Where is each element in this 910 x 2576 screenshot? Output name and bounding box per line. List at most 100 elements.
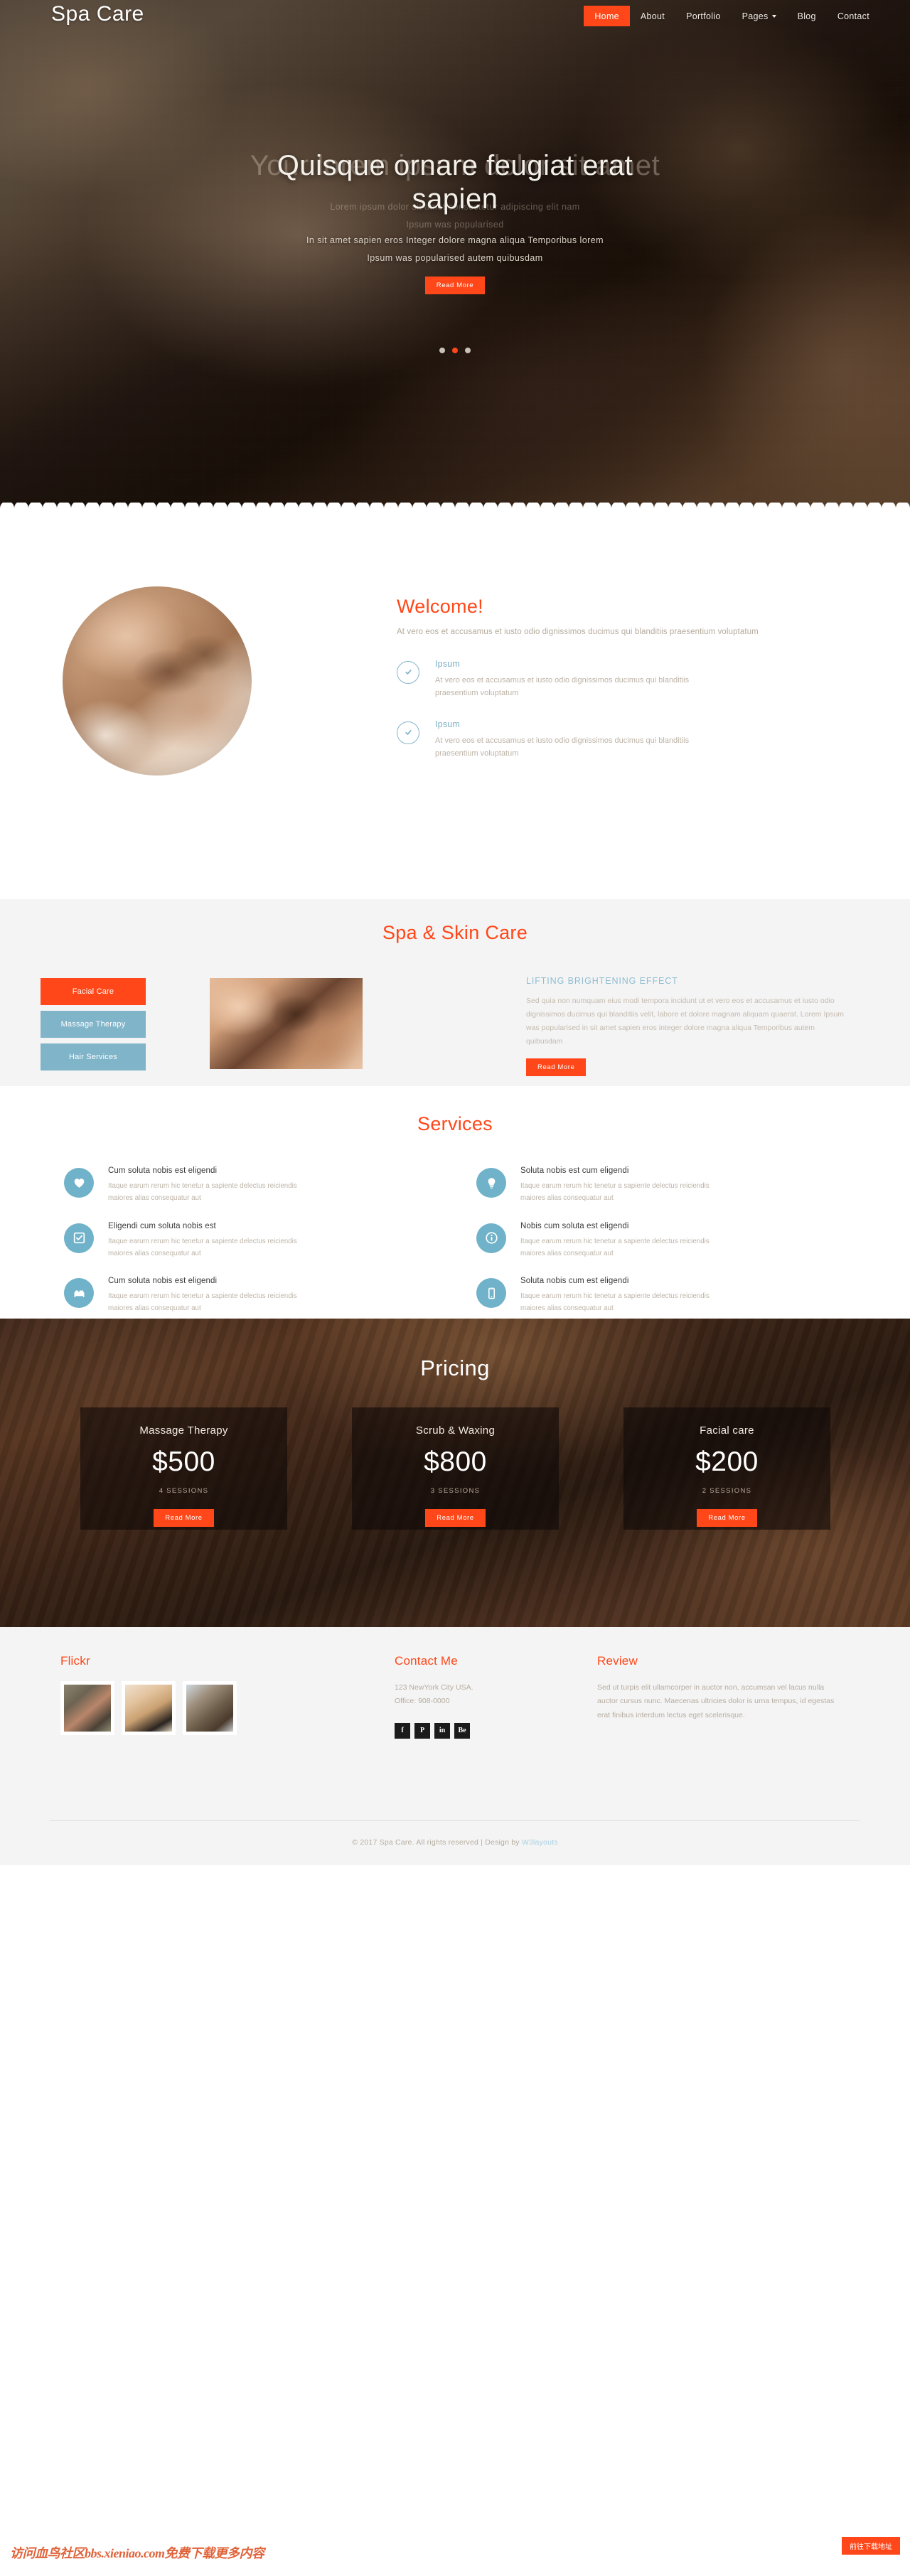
download-cta-button[interactable]: 前往下载地址 xyxy=(842,2537,900,2555)
welcome-photo xyxy=(63,586,252,776)
info-icon[interactable] xyxy=(476,1223,506,1253)
spa-read-more-button[interactable]: Read More xyxy=(526,1058,587,1077)
social-links: f Pin Be xyxy=(395,1722,572,1739)
welcome-feature-text: At vero eos et accusamus et iusto odio d… xyxy=(435,736,690,758)
slider-dot-2[interactable] xyxy=(452,348,458,353)
services-grid: Cum soluta nobis est eligendi Itaque earu… xyxy=(64,1166,850,1315)
lightbulb-icon[interactable] xyxy=(476,1168,506,1198)
slider-dot-3[interactable] xyxy=(465,348,471,353)
spa-skin-care-section: Spa & Skin Care Facial Care Massage Thera… xyxy=(0,899,910,1086)
nav-item-label: Contact xyxy=(837,11,869,21)
nav-item-label: Blog xyxy=(797,11,816,21)
pricing-card-title: Facial care xyxy=(700,1424,754,1437)
flickr-heading: Flickr xyxy=(60,1654,90,1668)
mobile-icon[interactable] xyxy=(476,1278,506,1309)
nav-item-contact[interactable]: Contact xyxy=(827,6,880,26)
footer-review-column: Review Sed ut turpis elit ullamcorper in… xyxy=(597,1654,846,1722)
facebook-icon[interactable]: f xyxy=(395,1722,410,1739)
service-item: Cum soluta nobis est eligendi Itaque earu… xyxy=(64,1277,437,1315)
pricing-read-more-button[interactable]: Read More xyxy=(154,1509,214,1527)
slider-dots xyxy=(0,344,910,357)
flickr-thumb[interactable] xyxy=(60,1681,114,1735)
spa-skin-care-panel: LIFTING BRIGHTENING EFFECT Sed quia non … xyxy=(526,976,853,1077)
nav-item-pages[interactable]: Pages xyxy=(732,6,787,26)
pricing-card: Facial care $200 2 SESSIONS Read More xyxy=(623,1407,830,1530)
service-item: Cum soluta nobis est eligendi Itaque earu… xyxy=(64,1166,437,1205)
check-square-icon[interactable] xyxy=(64,1223,94,1253)
welcome-lead-text: At vero eos et accusamus et iusto odio d… xyxy=(397,628,759,636)
welcome-feature-list: Ipsum At vero eos et accusamus et iusto o… xyxy=(397,659,766,761)
review-heading: Review xyxy=(597,1654,638,1668)
pricing-card: Scrub & Waxing $800 3 SESSIONS Read More xyxy=(352,1407,559,1530)
heart-icon[interactable] xyxy=(64,1168,94,1198)
hero-title-line1: Quisque ornare feugiat erat xyxy=(277,150,633,181)
check-circle-icon xyxy=(397,660,419,684)
services-heading: Services xyxy=(417,1113,493,1134)
address-line-1: 123 NewYork City USA. xyxy=(395,1683,473,1692)
spa-tab-label: Hair Services xyxy=(68,1053,117,1061)
scallop-divider xyxy=(0,503,910,512)
contact-heading: Contact Me xyxy=(395,1654,458,1668)
service-title: Nobis cum soluta est eligendi xyxy=(520,1221,629,1230)
welcome-text-block: Welcome! At vero eos et accusamus et ius… xyxy=(397,596,766,761)
welcome-feature-title: Ipsum xyxy=(435,719,461,729)
flickr-thumb[interactable] xyxy=(183,1681,237,1735)
service-title: Soluta nobis cum est eligendi xyxy=(520,1277,629,1286)
pinterest-icon[interactable]: P xyxy=(414,1722,430,1739)
hero-read-more-button[interactable]: Read More xyxy=(424,277,486,295)
nav-item-home[interactable]: Home xyxy=(584,6,630,26)
nav-item-label: Pages xyxy=(742,11,769,21)
hero-sub-line1: In sit amet sapien eros Integer dolore m… xyxy=(306,235,604,246)
pricing-card-price: $200 xyxy=(695,1447,759,1477)
nav-item-portfolio[interactable]: Portfolio xyxy=(675,6,732,26)
spa-tab-facial-care[interactable]: Facial Care xyxy=(41,978,146,1005)
spa-panel-text: Sed quia non numquam eius modi tempora i… xyxy=(526,997,845,1046)
pricing-card-title: Scrub & Waxing xyxy=(415,1424,496,1437)
welcome-feature-text: At vero eos et accusamus et iusto odio d… xyxy=(435,675,690,698)
pricing-card-price: $500 xyxy=(152,1447,215,1477)
service-title: Eligendi cum soluta nobis est xyxy=(108,1221,216,1230)
pricing-section: Pricing Massage Therapy $500 4 SESSIONS Rea… xyxy=(0,1319,910,1627)
hero-sub-line2: Ipsum was popularised autem quibusdam xyxy=(367,252,543,263)
service-item: Nobis cum soluta est eligendi Itaque earu… xyxy=(476,1222,850,1260)
pricing-card-sessions: 3 SESSIONS xyxy=(430,1487,481,1495)
service-title: Cum soluta nobis est eligendi xyxy=(108,1277,218,1286)
flickr-thumb[interactable] xyxy=(122,1681,176,1735)
pricing-card-price: $800 xyxy=(424,1447,487,1477)
check-circle-icon xyxy=(397,721,419,744)
pricing-card: Massage Therapy $500 4 SESSIONS Read More xyxy=(80,1407,287,1530)
copyright-text: © 2017 Spa Care. All rights reserved | D… xyxy=(352,1838,522,1847)
hero-slide: Quisque ornare feugiat erat sapien In si… xyxy=(0,149,910,295)
top-navigation-bar: Spa Care Home About Portfolio Pages Blog Cont… xyxy=(0,0,910,34)
watermark-text: 访问血鸟社区bbs.xieniao.com免费下载更多内容 xyxy=(10,2546,264,2560)
address-line-2: Office: 908-0000 xyxy=(395,1697,450,1706)
pricing-read-more-button[interactable]: Read More xyxy=(425,1509,486,1527)
site-logo[interactable]: Spa Care xyxy=(51,2,144,26)
nav-item-about[interactable]: About xyxy=(630,6,675,26)
nav-item-label: About xyxy=(640,11,665,21)
footer-divider xyxy=(50,1820,860,1821)
spa-skin-care-tabs: Facial Care Massage Therapy Hair Services xyxy=(41,978,146,1076)
service-text: Itaque earum rerum hic tenetur a sapient… xyxy=(108,1237,297,1257)
pricing-read-more-button[interactable]: Read More xyxy=(697,1509,757,1527)
services-section: Services Cum soluta nobis est eligendi It… xyxy=(0,1086,910,1319)
welcome-section: Welcome! At vero eos et accusamus et ius… xyxy=(0,512,910,899)
linkedin-icon[interactable]: in xyxy=(434,1722,450,1739)
nav-item-blog[interactable]: Blog xyxy=(787,6,827,26)
welcome-heading: Welcome! xyxy=(397,596,483,617)
w3layouts-link[interactable]: W3layouts xyxy=(522,1838,558,1847)
spa-skin-care-heading: Spa & Skin Care xyxy=(382,922,528,943)
welcome-feature-item: Ipsum At vero eos et accusamus et iusto o… xyxy=(397,719,766,761)
service-text: Itaque earum rerum hic tenetur a sapient… xyxy=(520,1182,710,1202)
spa-skin-care-image xyxy=(210,978,363,1069)
service-item: Eligendi cum soluta nobis est Itaque earu… xyxy=(64,1222,437,1260)
spa-tab-massage-therapy[interactable]: Massage Therapy xyxy=(41,1011,146,1038)
spa-tab-hair-services[interactable]: Hair Services xyxy=(41,1043,146,1070)
behance-icon[interactable]: Be xyxy=(454,1722,470,1739)
welcome-feature-title: Ipsum xyxy=(435,658,461,669)
slider-dot-1[interactable] xyxy=(439,348,445,353)
pricing-card-sessions: 4 SESSIONS xyxy=(159,1487,209,1495)
bed-icon[interactable] xyxy=(64,1278,94,1309)
pricing-heading: Pricing xyxy=(420,1356,490,1380)
service-item: Soluta nobis est cum eligendi Itaque earu… xyxy=(476,1166,850,1205)
